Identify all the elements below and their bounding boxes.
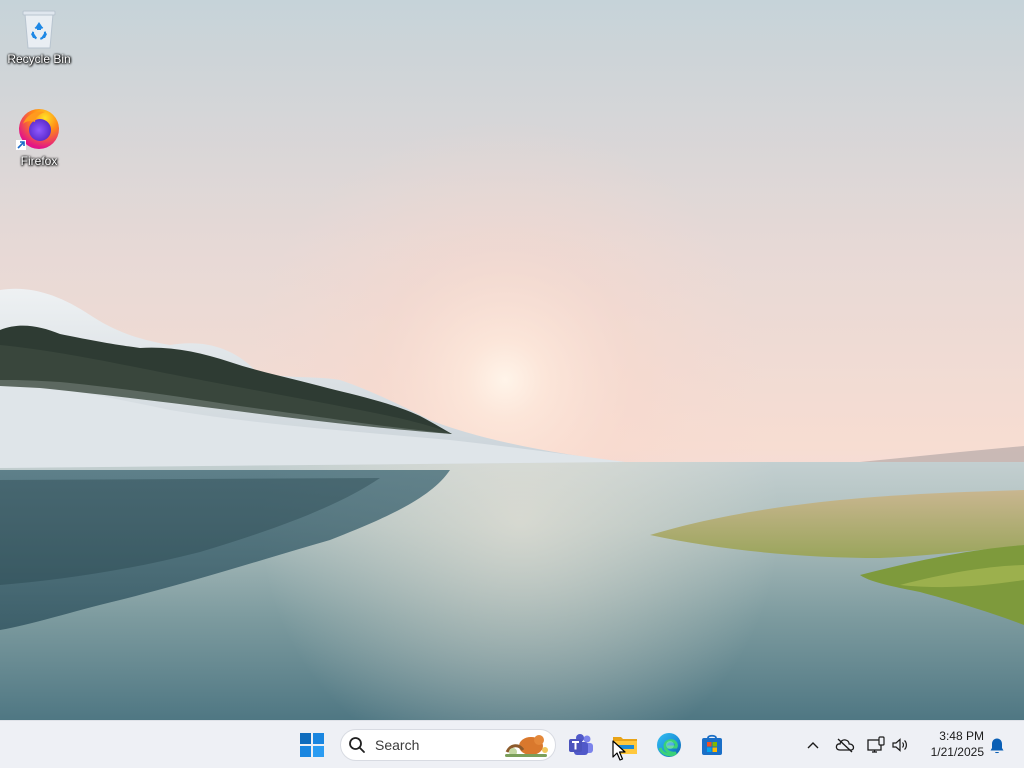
- firefox-label: Firefox: [20, 154, 58, 168]
- search-highlight-illustration-icon: [505, 735, 548, 757]
- clock-time: 3:48 PM: [939, 729, 984, 743]
- store-icon: [702, 734, 722, 755]
- desktop[interactable]: Recycle Bin Firefox: [0, 0, 1024, 720]
- store-taskbar-button[interactable]: [692, 725, 732, 765]
- recycle-bin-desktop-icon[interactable]: Recycle Bin: [3, 6, 75, 66]
- recycle-bin-icon: [22, 10, 56, 49]
- firefox-desktop-icon[interactable]: Firefox: [3, 104, 75, 168]
- edge-icon: [657, 733, 681, 757]
- windows-start-icon: [300, 733, 324, 757]
- volume-icon: [892, 738, 907, 752]
- start-button[interactable]: [292, 725, 332, 765]
- search-placeholder: Search: [375, 737, 420, 753]
- teams-taskbar-button[interactable]: [561, 725, 601, 765]
- desktop-wallpaper: [0, 0, 1024, 720]
- chevron-up-icon: [807, 742, 819, 749]
- onedrive-tray-button[interactable]: [833, 733, 857, 757]
- volume-tray-button[interactable]: [888, 733, 912, 757]
- taskbar: Search 3:48 PM 1/21/2025: [0, 720, 1024, 768]
- onedrive-offline-icon: [835, 738, 855, 753]
- taskbar-search-box[interactable]: Search: [340, 729, 556, 761]
- notification-center-button[interactable]: [985, 734, 1009, 758]
- search-icon: [349, 737, 365, 753]
- firefox-icon: [16, 109, 59, 150]
- network-tray-button[interactable]: [864, 733, 888, 757]
- network-icon: [867, 736, 885, 753]
- show-hidden-icons-button[interactable]: [801, 733, 825, 757]
- teams-icon: [569, 734, 593, 755]
- notification-bell-icon: [990, 738, 1004, 754]
- recycle-bin-label: Recycle Bin: [7, 52, 71, 66]
- clock-date: 1/21/2025: [930, 745, 984, 759]
- taskbar-clock[interactable]: 3:48 PM 1/21/2025: [918, 728, 984, 760]
- mouse-cursor-icon: [612, 740, 626, 761]
- edge-taskbar-button[interactable]: [649, 725, 689, 765]
